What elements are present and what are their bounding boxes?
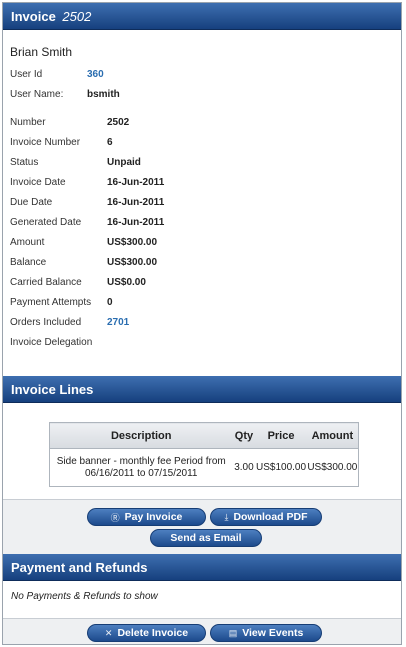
pay-invoice-label: Pay Invoice <box>124 511 183 523</box>
download-pdf-button[interactable]: ⤓ Download PDF <box>210 508 322 526</box>
invoice-header: Invoice 2502 <box>3 3 401 30</box>
column-header-description: Description <box>49 422 233 449</box>
column-header-amount: Amount <box>306 422 359 449</box>
field-value: 2502 <box>107 117 130 128</box>
payments-title: Payment and Refunds <box>11 560 148 575</box>
customer-name: Brian Smith <box>10 45 73 59</box>
invoice-lines-header: Invoice Lines <box>3 376 401 403</box>
invoice-lines-title: Invoice Lines <box>11 382 94 397</box>
field-label: Number <box>10 117 46 128</box>
pay-invoice-button[interactable]: Ⓡ Pay Invoice <box>87 508 206 526</box>
user-id-link[interactable]: 360 <box>87 69 104 80</box>
send-email-label: Send as Email <box>170 532 242 544</box>
field-label: Orders Included <box>10 317 82 328</box>
payments-empty-message: No Payments & Refunds to show <box>11 591 158 602</box>
field-value: 16-Jun-2011 <box>107 177 165 188</box>
download-icon: ⤓ <box>224 511 229 522</box>
line-qty: 3.00 <box>234 462 254 473</box>
download-pdf-label: Download PDF <box>233 511 308 523</box>
field-label: Payment Attempts <box>10 297 92 308</box>
table-header-row: Description Qty Price Amount <box>49 422 359 449</box>
user-name-label: User Name: <box>10 89 64 100</box>
field-label: Balance <box>10 257 47 268</box>
invoice-header-title: Invoice <box>11 9 56 24</box>
line-description: Side banner - monthly fee Period from 06… <box>56 455 226 479</box>
payments-header: Payment and Refunds <box>3 554 401 581</box>
field-label: Generated Date <box>10 217 82 228</box>
send-email-button[interactable]: Send as Email <box>150 529 262 547</box>
user-id-label: User Id <box>10 69 43 80</box>
field-label: Invoice Delegation <box>10 337 93 348</box>
invoice-lines-table: Description Qty Price Amount Side banner… <box>49 422 359 487</box>
invoice-header-number: 2502 <box>62 9 92 24</box>
field-label: Amount <box>10 237 45 248</box>
field-value: 6 <box>107 137 113 148</box>
field-value: US$0.00 <box>107 277 146 288</box>
field-value: 0 <box>107 297 113 308</box>
field-value: US$300.00 <box>107 257 158 268</box>
field-value: 16-Jun-2011 <box>107 197 165 208</box>
line-price: US$100.00 <box>256 462 307 473</box>
user-name-value: bsmith <box>87 89 120 100</box>
view-events-label: View Events <box>242 627 304 639</box>
field-label: Invoice Date <box>10 177 66 188</box>
list-icon: ▤ <box>228 627 238 638</box>
field-label: Due Date <box>10 197 53 208</box>
x-icon: ✕ <box>104 627 113 638</box>
delete-invoice-label: Delete Invoice <box>117 627 189 639</box>
view-events-button[interactable]: ▤ View Events <box>210 624 322 642</box>
circle-dollar-icon: Ⓡ <box>110 512 120 523</box>
field-value: 16-Jun-2011 <box>107 217 165 228</box>
field-value: US$300.00 <box>107 237 158 248</box>
invoice-window: Invoice 2502 Brian Smith User Id 360 Use… <box>2 2 402 645</box>
table-row: Side banner - monthly fee Period from 06… <box>50 449 359 487</box>
field-label: Invoice Number <box>10 137 81 148</box>
column-header-price: Price <box>255 422 307 449</box>
line-amount: US$300.00 <box>307 462 358 473</box>
field-label: Carried Balance <box>10 277 82 288</box>
column-header-qty: Qty <box>232 422 256 449</box>
field-value: Unpaid <box>107 157 141 168</box>
field-label: Status <box>10 157 39 168</box>
delete-invoice-button[interactable]: ✕ Delete Invoice <box>87 624 206 642</box>
order-link[interactable]: 2701 <box>107 317 129 328</box>
